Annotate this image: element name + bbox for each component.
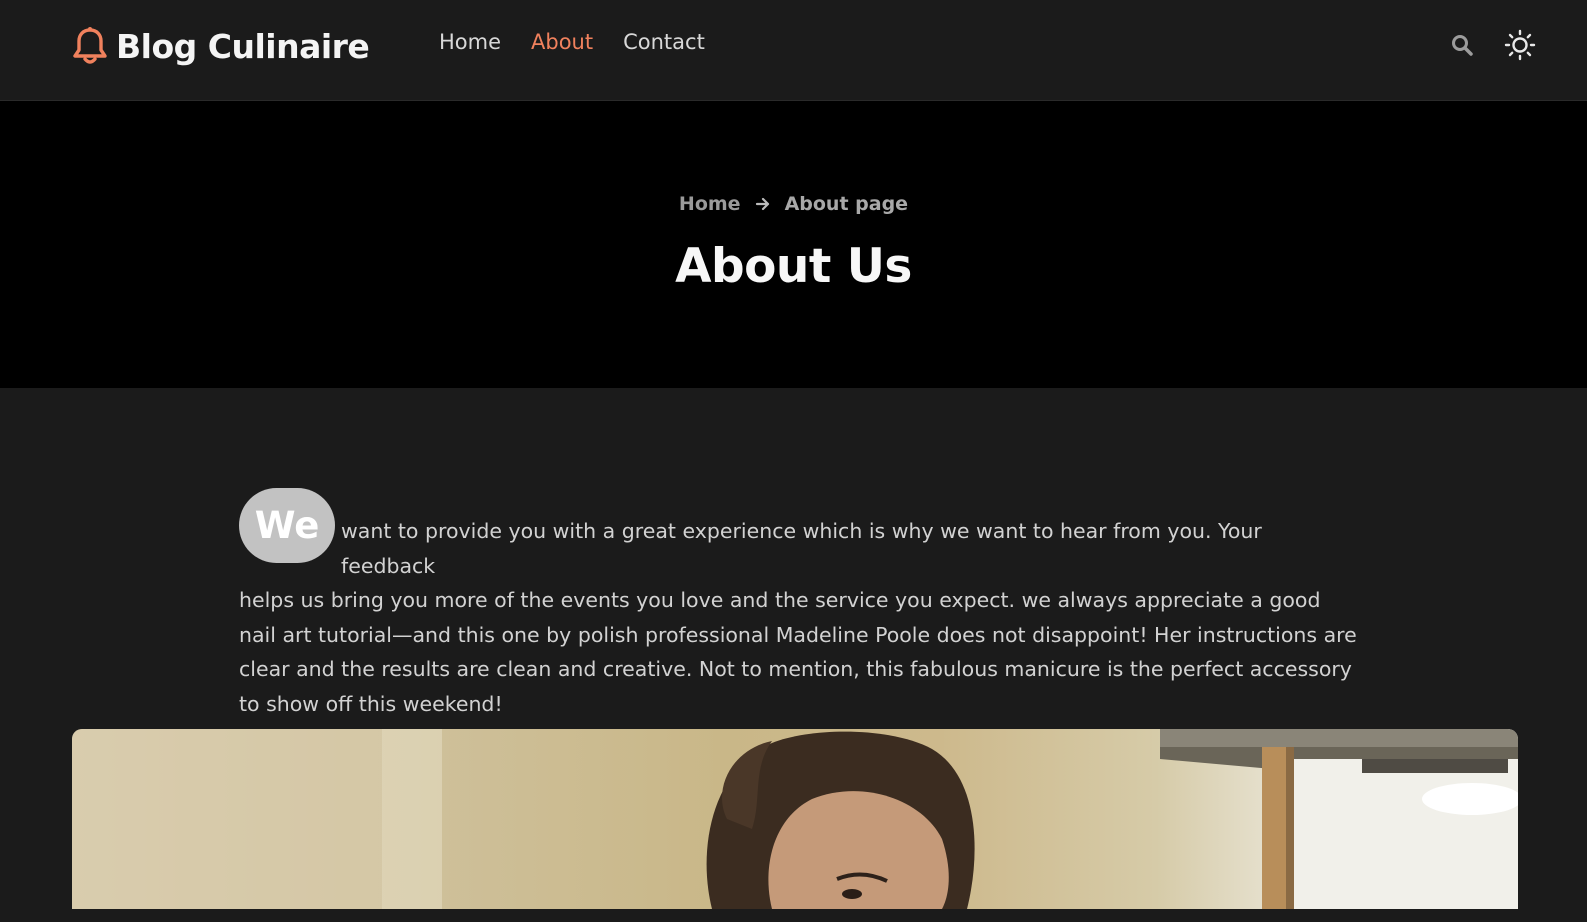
breadcrumb-home[interactable]: Home: [679, 193, 741, 215]
nav-contact[interactable]: Contact: [623, 30, 705, 54]
nav-about[interactable]: About: [531, 30, 593, 54]
theme-toggle-button[interactable]: [1503, 28, 1537, 62]
paragraph-body: helps us bring you more of the events yo…: [239, 588, 1357, 716]
header-tools: [1445, 28, 1537, 62]
page-hero: Home About page About Us: [0, 101, 1587, 388]
bell-icon: [73, 27, 107, 64]
paragraph-first-line: want to provide you with a great experie…: [341, 519, 1262, 578]
about-image: [72, 729, 1518, 909]
breadcrumb-current: About page: [784, 193, 909, 215]
arrow-right-icon: [755, 197, 769, 211]
page-title: About Us: [675, 239, 912, 294]
search-button[interactable]: [1445, 28, 1479, 62]
site-header: Blog Culinaire Home About Contact: [0, 0, 1587, 101]
portrait-illustration: [72, 729, 1518, 909]
about-content: We want to provide you with a great expe…: [239, 488, 1359, 721]
nav-home[interactable]: Home: [439, 30, 501, 54]
dropcap: We: [239, 488, 335, 563]
search-icon: [1452, 35, 1473, 56]
site-title: Blog Culinaire: [116, 26, 370, 66]
breadcrumb: Home About page: [0, 193, 1587, 215]
sun-icon: [1504, 29, 1536, 61]
main-nav: Home About Contact: [439, 30, 705, 54]
site-logo[interactable]: Blog Culinaire: [72, 24, 370, 68]
